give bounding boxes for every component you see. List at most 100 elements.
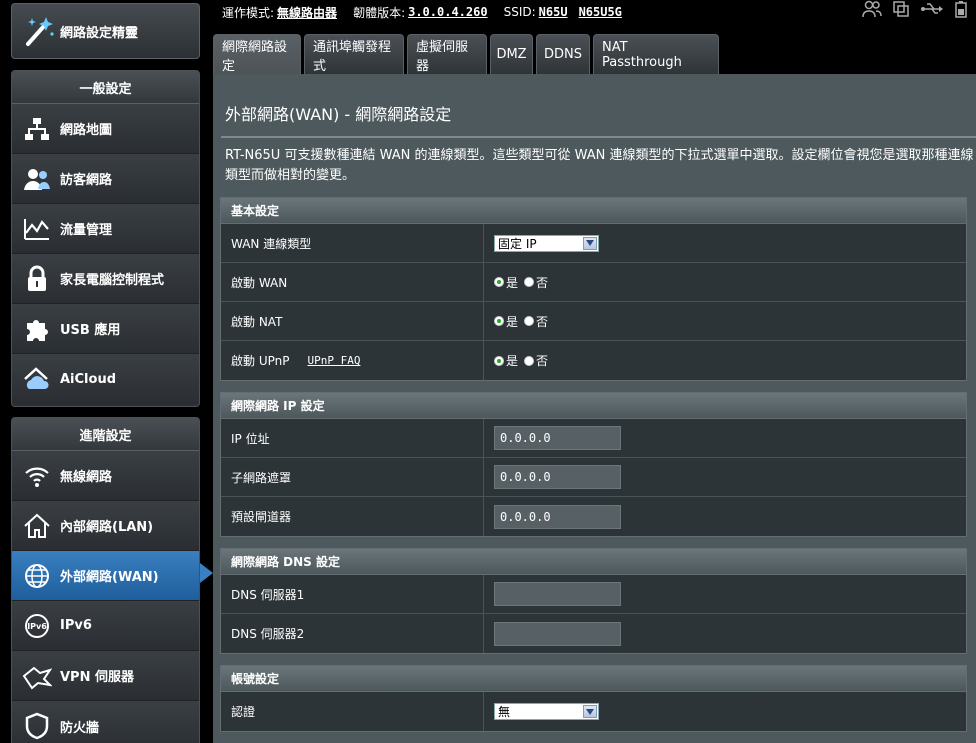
- advanced-settings-group: 進階設定 無線網路 內部網路(LAN) 外部網路(WAN) IPv6 IPv6: [11, 417, 200, 743]
- wan-ip-section: 網際網路 IP 設定 IP 位址 0.0.0.0 子網路遮罩 0.0.0.0 預…: [220, 392, 967, 537]
- sidebar-item-traffic-manager[interactable]: 流量管理: [12, 204, 199, 254]
- dns1-label: DNS 伺服器1: [221, 575, 484, 613]
- quick-setup-button[interactable]: 網路設定精靈: [11, 3, 200, 59]
- tab-port-trigger[interactable]: 通訊埠觸發程式: [304, 34, 404, 74]
- advanced-settings-title: 進階設定: [12, 418, 199, 451]
- sidebar-item-label: VPN 伺服器: [60, 670, 134, 685]
- default-gateway-label: 預設閘道器: [221, 497, 484, 536]
- basic-settings-section: 基本設定 WAN 連線類型 固定 IP 啟動 WAN 是 否 啟動 NAT 是 …: [220, 197, 967, 381]
- sidebar-item-usb-application[interactable]: USB 應用: [12, 304, 199, 354]
- general-settings-group: 一般設定 網路地圖 訪客網路 流量管理 家長電腦控制程式 USB 應用 AiCl…: [11, 70, 200, 407]
- usb-icon[interactable]: [920, 0, 944, 21]
- dns1-input[interactable]: [494, 582, 621, 606]
- enable-upnp-no-radio[interactable]: 否: [524, 352, 548, 369]
- tab-internet-settings[interactable]: 網際網路設定: [213, 34, 301, 74]
- form-row: DNS 伺服器1: [221, 575, 966, 614]
- form-row: DNS 伺服器2: [221, 614, 966, 653]
- sidebar-item-wan[interactable]: 外部網路(WAN): [12, 551, 199, 601]
- battery-icon[interactable]: [954, 0, 968, 21]
- sidebar-item-label: AiCloud: [60, 371, 117, 387]
- sidebar-item-label: 無線網路: [60, 470, 113, 485]
- sidebar-item-label: 家長電腦控制程式: [60, 273, 165, 288]
- sidebar-item-network-map[interactable]: 網路地圖: [12, 104, 199, 154]
- shield-icon: [20, 709, 54, 743]
- ip-address-label: IP 位址: [221, 419, 484, 457]
- tab-nat-passthrough[interactable]: NAT Passthrough: [593, 34, 719, 74]
- subnet-mask-input[interactable]: 0.0.0.0: [494, 465, 621, 489]
- authentication-select[interactable]: 無: [494, 703, 599, 720]
- dns2-input[interactable]: [494, 621, 621, 646]
- tab-ddns[interactable]: DDNS: [536, 34, 590, 74]
- vpn-icon: [20, 659, 54, 693]
- tab-dmz[interactable]: DMZ: [490, 34, 533, 74]
- ipv6-icon: IPv6: [20, 609, 54, 643]
- form-row: WAN 連線類型 固定 IP: [221, 224, 966, 263]
- ssid-link-1[interactable]: N65U: [539, 5, 568, 19]
- clients-icon[interactable]: [862, 0, 882, 21]
- sidebar-item-label: 內部網路(LAN): [60, 520, 154, 535]
- sidebar-item-label: 流量管理: [60, 223, 113, 238]
- main-panel: 外部網路(WAN) - 網際網路設定 RT-N65U 可支援數種連結 WAN 的…: [213, 74, 976, 743]
- ip-address-input[interactable]: 0.0.0.0: [494, 426, 621, 450]
- enable-nat-yes-radio[interactable]: 是: [494, 313, 518, 330]
- enable-upnp-label: 啟動 UPnP: [231, 354, 290, 368]
- enable-wan-yes-radio[interactable]: 是: [494, 274, 518, 291]
- ssid-label: SSID:: [503, 5, 536, 19]
- form-row: 啟動 UPnP UPnP FAQ 是 否: [221, 341, 966, 380]
- sidebar-item-vpn-server[interactable]: VPN 伺服器: [12, 651, 199, 701]
- network-map-icon: [20, 112, 54, 146]
- authentication-value: 無: [498, 705, 511, 719]
- traffic-manager-icon: [20, 212, 54, 246]
- home-icon: [20, 509, 54, 543]
- default-gateway-input[interactable]: 0.0.0.0: [494, 504, 621, 529]
- svg-text:IPv6: IPv6: [27, 622, 47, 631]
- sidebar-item-ipv6[interactable]: IPv6 IPv6: [12, 601, 199, 651]
- authentication-label: 認證: [221, 692, 484, 731]
- sidebar-item-label: 外部網路(WAN): [60, 570, 159, 585]
- sidebar-item-label: IPv6: [60, 618, 92, 633]
- enable-upnp-yes-radio[interactable]: 是: [494, 352, 518, 369]
- magic-wand-icon: [20, 12, 58, 50]
- wifi-icon: [20, 459, 54, 493]
- form-row: 認證 無: [221, 692, 966, 731]
- sidebar-item-guest-network[interactable]: 訪客網路: [12, 154, 199, 204]
- enable-nat-no-radio[interactable]: 否: [524, 313, 548, 330]
- firmware-link[interactable]: 3.0.0.4.260: [408, 5, 487, 19]
- sidebar-item-label: 防火牆: [60, 720, 100, 736]
- page-description: RT-N65U 可支援數種連結 WAN 的連線類型。這些類型可從 WAN 連線類…: [225, 148, 974, 183]
- copy-icon[interactable]: [892, 0, 910, 21]
- general-settings-title: 一般設定: [12, 71, 199, 104]
- form-row: 子網路遮罩 0.0.0.0: [221, 458, 966, 497]
- subnet-mask-label: 子網路遮罩: [221, 458, 484, 496]
- upnp-faq-link[interactable]: UPnP FAQ: [307, 354, 360, 367]
- enable-wan-label: 啟動 WAN: [221, 263, 484, 301]
- firmware-label: 韌體版本:: [353, 5, 406, 20]
- account-section: 帳號設定 認證 無: [220, 665, 967, 732]
- active-item-arrow: [200, 563, 213, 583]
- sidebar-item-firewall[interactable]: 防火牆: [12, 701, 199, 743]
- sidebar-item-label: 網路地圖: [60, 123, 113, 138]
- sidebar-item-wireless[interactable]: 無線網路: [12, 451, 199, 501]
- operation-mode-label: 運作模式:: [222, 5, 275, 20]
- section-header: 網際網路 IP 設定: [221, 393, 966, 419]
- enable-nat-label: 啟動 NAT: [221, 302, 484, 340]
- sidebar-item-aicloud[interactable]: AiCloud: [12, 354, 199, 404]
- wan-type-select[interactable]: 固定 IP: [494, 234, 599, 252]
- quick-setup-label: 網路設定精靈: [60, 25, 139, 41]
- sidebar-item-parental-control[interactable]: 家長電腦控制程式: [12, 254, 199, 304]
- ssid-link-2[interactable]: N65U5G: [579, 5, 622, 19]
- wan-type-value: 固定 IP: [498, 236, 537, 251]
- tab-virtual-server[interactable]: 虛擬伺服器: [407, 34, 487, 74]
- sidebar-item-lan[interactable]: 內部網路(LAN): [12, 501, 199, 551]
- section-header: 帳號設定: [221, 666, 966, 692]
- tab-bar: 網際網路設定 通訊埠觸發程式 虛擬伺服器 DMZ DDNS NAT Passth…: [213, 34, 719, 74]
- form-row: 啟動 WAN 是 否: [221, 263, 966, 302]
- page-title: 外部網路(WAN) - 網際網路設定: [225, 105, 452, 124]
- guest-network-icon: [20, 162, 54, 196]
- wan-dns-section: 網際網路 DNS 設定 DNS 伺服器1 DNS 伺服器2: [220, 548, 967, 654]
- enable-wan-no-radio[interactable]: 否: [524, 274, 548, 291]
- operation-mode-link[interactable]: 無線路由器: [277, 4, 337, 21]
- puzzle-icon: [20, 312, 54, 346]
- form-row: 預設閘道器 0.0.0.0: [221, 497, 966, 536]
- chevron-down-icon: [583, 236, 597, 250]
